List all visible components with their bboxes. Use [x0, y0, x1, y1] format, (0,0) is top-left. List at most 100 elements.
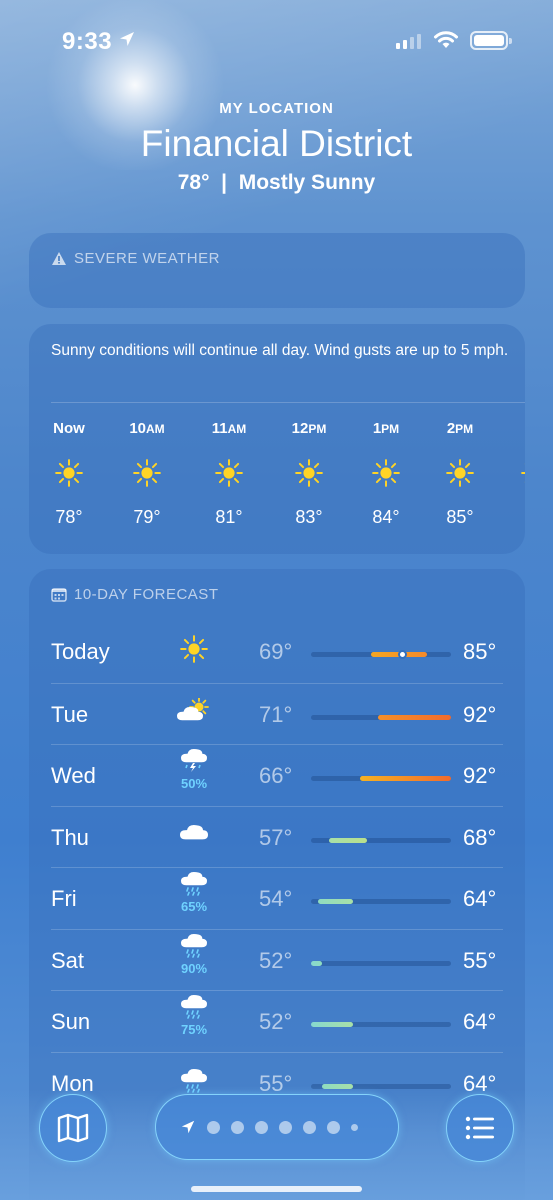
high-temp: 64°: [463, 1009, 497, 1034]
forecast-summary: Sunny conditions will continue all day. …: [51, 342, 509, 359]
temp-range-bar: [311, 714, 451, 720]
precip-chance: 65%: [180, 899, 208, 914]
low-temp: 52°: [259, 947, 293, 973]
temp-range-bar: [311, 960, 451, 966]
sun-icon: [279, 459, 339, 489]
hourly-item: Now 78°: [39, 420, 99, 528]
page-dot: [255, 1120, 268, 1134]
sun-icon: [199, 459, 259, 489]
page-dot: [303, 1120, 316, 1134]
temp-range-fill: [311, 1022, 353, 1027]
cellular-signal-icon: [396, 33, 421, 49]
low-temp: 52°: [259, 1009, 293, 1034]
status-time: 9:33: [62, 28, 113, 55]
map-icon: [57, 1113, 89, 1143]
hour-temp: 83°: [295, 507, 323, 527]
hourly-item: 12PM 83°: [279, 420, 339, 528]
hourly-item: 10AM 79°: [117, 420, 177, 528]
city-name: Financial District: [140, 123, 413, 164]
forecast-row[interactable]: Sun 75% 52° 64°: [51, 990, 503, 1051]
location-list-button[interactable]: [446, 1094, 514, 1162]
temp-range-bar: [311, 1083, 451, 1089]
page-dot: [327, 1120, 340, 1134]
rain-icon: 90%: [169, 932, 219, 976]
day-label: Wed: [51, 763, 96, 788]
sun-icon: [169, 635, 219, 666]
thunderstorm-icon: 50%: [169, 747, 219, 791]
cloud-icon: [169, 821, 219, 848]
current-conditions: 78° | Mostly Sunny: [177, 171, 376, 194]
rain-icon: 75%: [169, 993, 219, 1037]
sun-icon: [356, 459, 416, 489]
temp-range-bar: [311, 650, 451, 659]
sun-icon: [39, 459, 99, 489]
hourly-item: 11AM 81°: [199, 420, 259, 528]
high-temp: 64°: [463, 886, 497, 911]
warning-icon: [52, 252, 66, 265]
sun-icon: [117, 459, 177, 489]
precip-chance: 75%: [180, 1022, 208, 1037]
hour-label: 1PM: [372, 420, 400, 437]
forecast-row[interactable]: Fri 65% 54° 64°: [51, 867, 503, 928]
partly-sunny-icon: [169, 696, 219, 727]
calendar-icon: [51, 588, 67, 602]
page-dot: [279, 1120, 292, 1134]
battery-icon: [470, 31, 512, 50]
hour-temp: 78°: [55, 507, 83, 527]
hour-temp: 84°: [372, 507, 400, 527]
temp-range-fill: [377, 714, 451, 720]
day-label: Today: [51, 639, 110, 664]
hour-label: 12PM: [291, 420, 327, 437]
precip-chance: 50%: [180, 776, 208, 791]
forecast-row[interactable]: Wed 50% 66° 92°: [51, 744, 503, 805]
day-label: Tue: [51, 701, 89, 727]
low-temp: 57°: [259, 824, 293, 850]
hour-label: 11AM: [211, 420, 247, 437]
current-temp-marker: [397, 650, 407, 659]
map-button[interactable]: [39, 1094, 107, 1162]
severe-weather-title: SEVERE WEATHER: [74, 250, 220, 267]
temp-range-fill: [311, 960, 322, 966]
current-location-arrow-icon: [181, 1120, 195, 1134]
temp-range-bar: [311, 1022, 451, 1027]
temp-range-bar: [311, 837, 451, 843]
day-label: Thu: [51, 824, 89, 850]
low-temp: 66°: [259, 763, 293, 788]
location-page-indicator[interactable]: [155, 1094, 399, 1160]
page-dot: [231, 1120, 244, 1134]
rain-icon: 65%: [169, 870, 219, 914]
hour-temp: 85°: [446, 507, 474, 527]
temp-range-fill: [321, 1083, 353, 1089]
forecast-row[interactable]: Thu 57° 68°: [51, 805, 503, 867]
day-label: Sun: [51, 1009, 91, 1034]
hour-label: Now: [53, 420, 85, 437]
list-icon: [465, 1116, 494, 1140]
hour-temp: 81°: [215, 507, 243, 527]
wifi-icon: [434, 31, 458, 48]
forecast-row[interactable]: Sat 90% 52° 55°: [51, 928, 503, 990]
day-label: Fri: [51, 886, 77, 911]
forecast-row[interactable]: Tue 71° 92°: [51, 682, 503, 744]
forecast-row[interactable]: Today 69° 85°: [51, 621, 503, 682]
high-temp: 85°: [463, 639, 497, 664]
page-dot: [207, 1120, 220, 1134]
precip-chance: 90%: [180, 960, 208, 976]
hourly-item: 1PM 84°: [356, 420, 416, 528]
hourly-item: 3 8: [505, 420, 525, 528]
forecast-title: 10-DAY FORECAST: [74, 586, 219, 603]
sun-icon: [430, 459, 490, 489]
temp-range-bar: [311, 899, 451, 904]
my-location-label: MY LOCATION: [219, 100, 334, 117]
high-temp: 92°: [463, 701, 497, 727]
high-temp: 92°: [463, 763, 497, 788]
divider: [51, 402, 525, 403]
location-header: MY LOCATION Financial District 78° | Mos…: [0, 100, 553, 195]
hourly-forecast-card[interactable]: Sunny conditions will continue all day. …: [29, 324, 525, 554]
hourly-strip[interactable]: Now 78° 10AM 79° 11AM 81° 12PM 83° 1PM 8…: [29, 420, 525, 550]
low-temp: 54°: [259, 886, 293, 911]
severe-weather-card[interactable]: SEVERE WEATHER: [29, 233, 525, 308]
location-arrow-icon: [120, 32, 134, 46]
temp-range-fill: [360, 776, 451, 781]
status-bar: 9:33: [0, 0, 553, 80]
sun-icon: [505, 459, 525, 489]
